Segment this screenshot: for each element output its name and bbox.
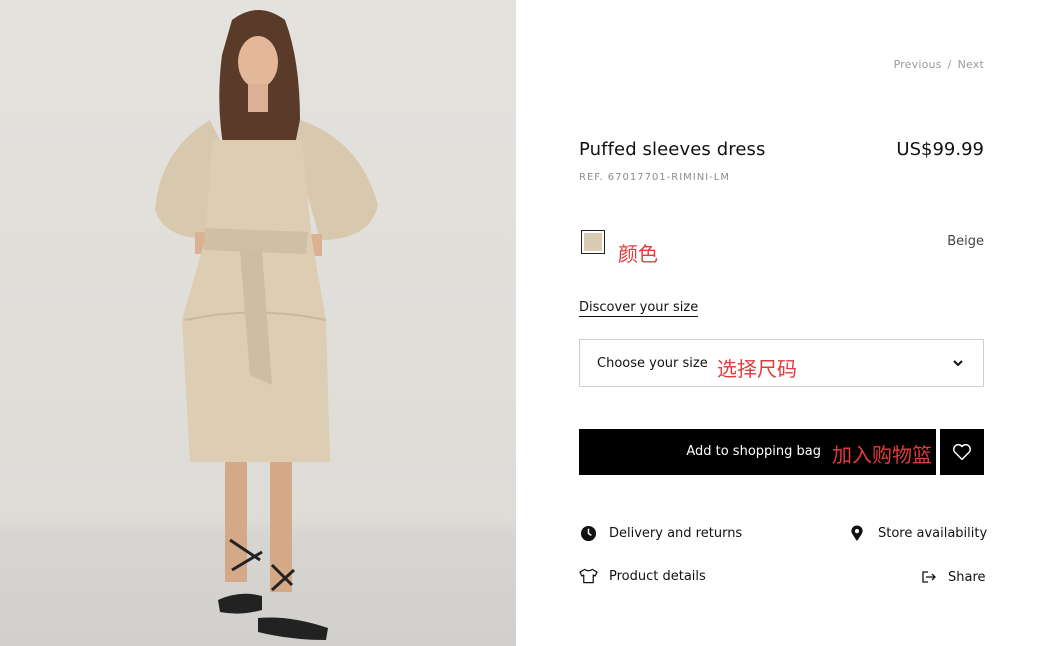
- heart-icon: [953, 443, 971, 461]
- pager-separator: /: [947, 58, 952, 71]
- add-to-bag-annotation: 加入购物篮: [832, 443, 932, 467]
- size-select[interactable]: Choose your size 选择尺码: [579, 339, 984, 387]
- store-availability-label: Store availability: [878, 526, 988, 541]
- delivery-returns-link[interactable]: Delivery and returns: [580, 525, 780, 543]
- color-swatch-beige[interactable]: [581, 230, 605, 254]
- wishlist-button[interactable]: [940, 429, 984, 475]
- product-ref: REF. 67017701-RIMINI-LM: [579, 172, 730, 183]
- discover-size-link[interactable]: Discover your size: [579, 300, 699, 317]
- size-annotation: 选择尺码: [717, 357, 797, 381]
- share-icon: [922, 571, 936, 583]
- product-details-label: Product details: [609, 569, 706, 584]
- selected-color-name: Beige: [947, 234, 984, 249]
- chevron-down-icon: [953, 360, 963, 367]
- store-availability-link[interactable]: Store availability: [850, 525, 988, 543]
- swatch-fill: [584, 233, 602, 251]
- share-link[interactable]: Share: [922, 569, 986, 587]
- clock-icon: [580, 525, 597, 542]
- product-photo: [0, 0, 516, 646]
- location-pin-icon: [851, 525, 863, 542]
- product-price: US$99.99: [896, 139, 984, 160]
- share-label: Share: [948, 570, 986, 585]
- product-pager: Previous / Next: [894, 58, 984, 71]
- color-annotation: 颜色: [618, 242, 658, 266]
- add-to-bag-label: Add to shopping bag: [686, 444, 821, 459]
- product-info-panel: Previous / Next Puffed sleeves dress US$99…: [516, 0, 1037, 646]
- next-link[interactable]: Next: [958, 58, 984, 71]
- delivery-returns-label: Delivery and returns: [609, 526, 743, 541]
- size-select-label: Choose your size: [597, 356, 708, 371]
- previous-link[interactable]: Previous: [894, 58, 942, 71]
- product-title: Puffed sleeves dress: [579, 139, 766, 160]
- add-to-bag-button[interactable]: Add to shopping bag 加入购物篮: [579, 429, 936, 475]
- model-illustration: [155, 10, 378, 640]
- tshirt-icon: [579, 568, 598, 584]
- product-details-link[interactable]: Product details: [579, 568, 779, 586]
